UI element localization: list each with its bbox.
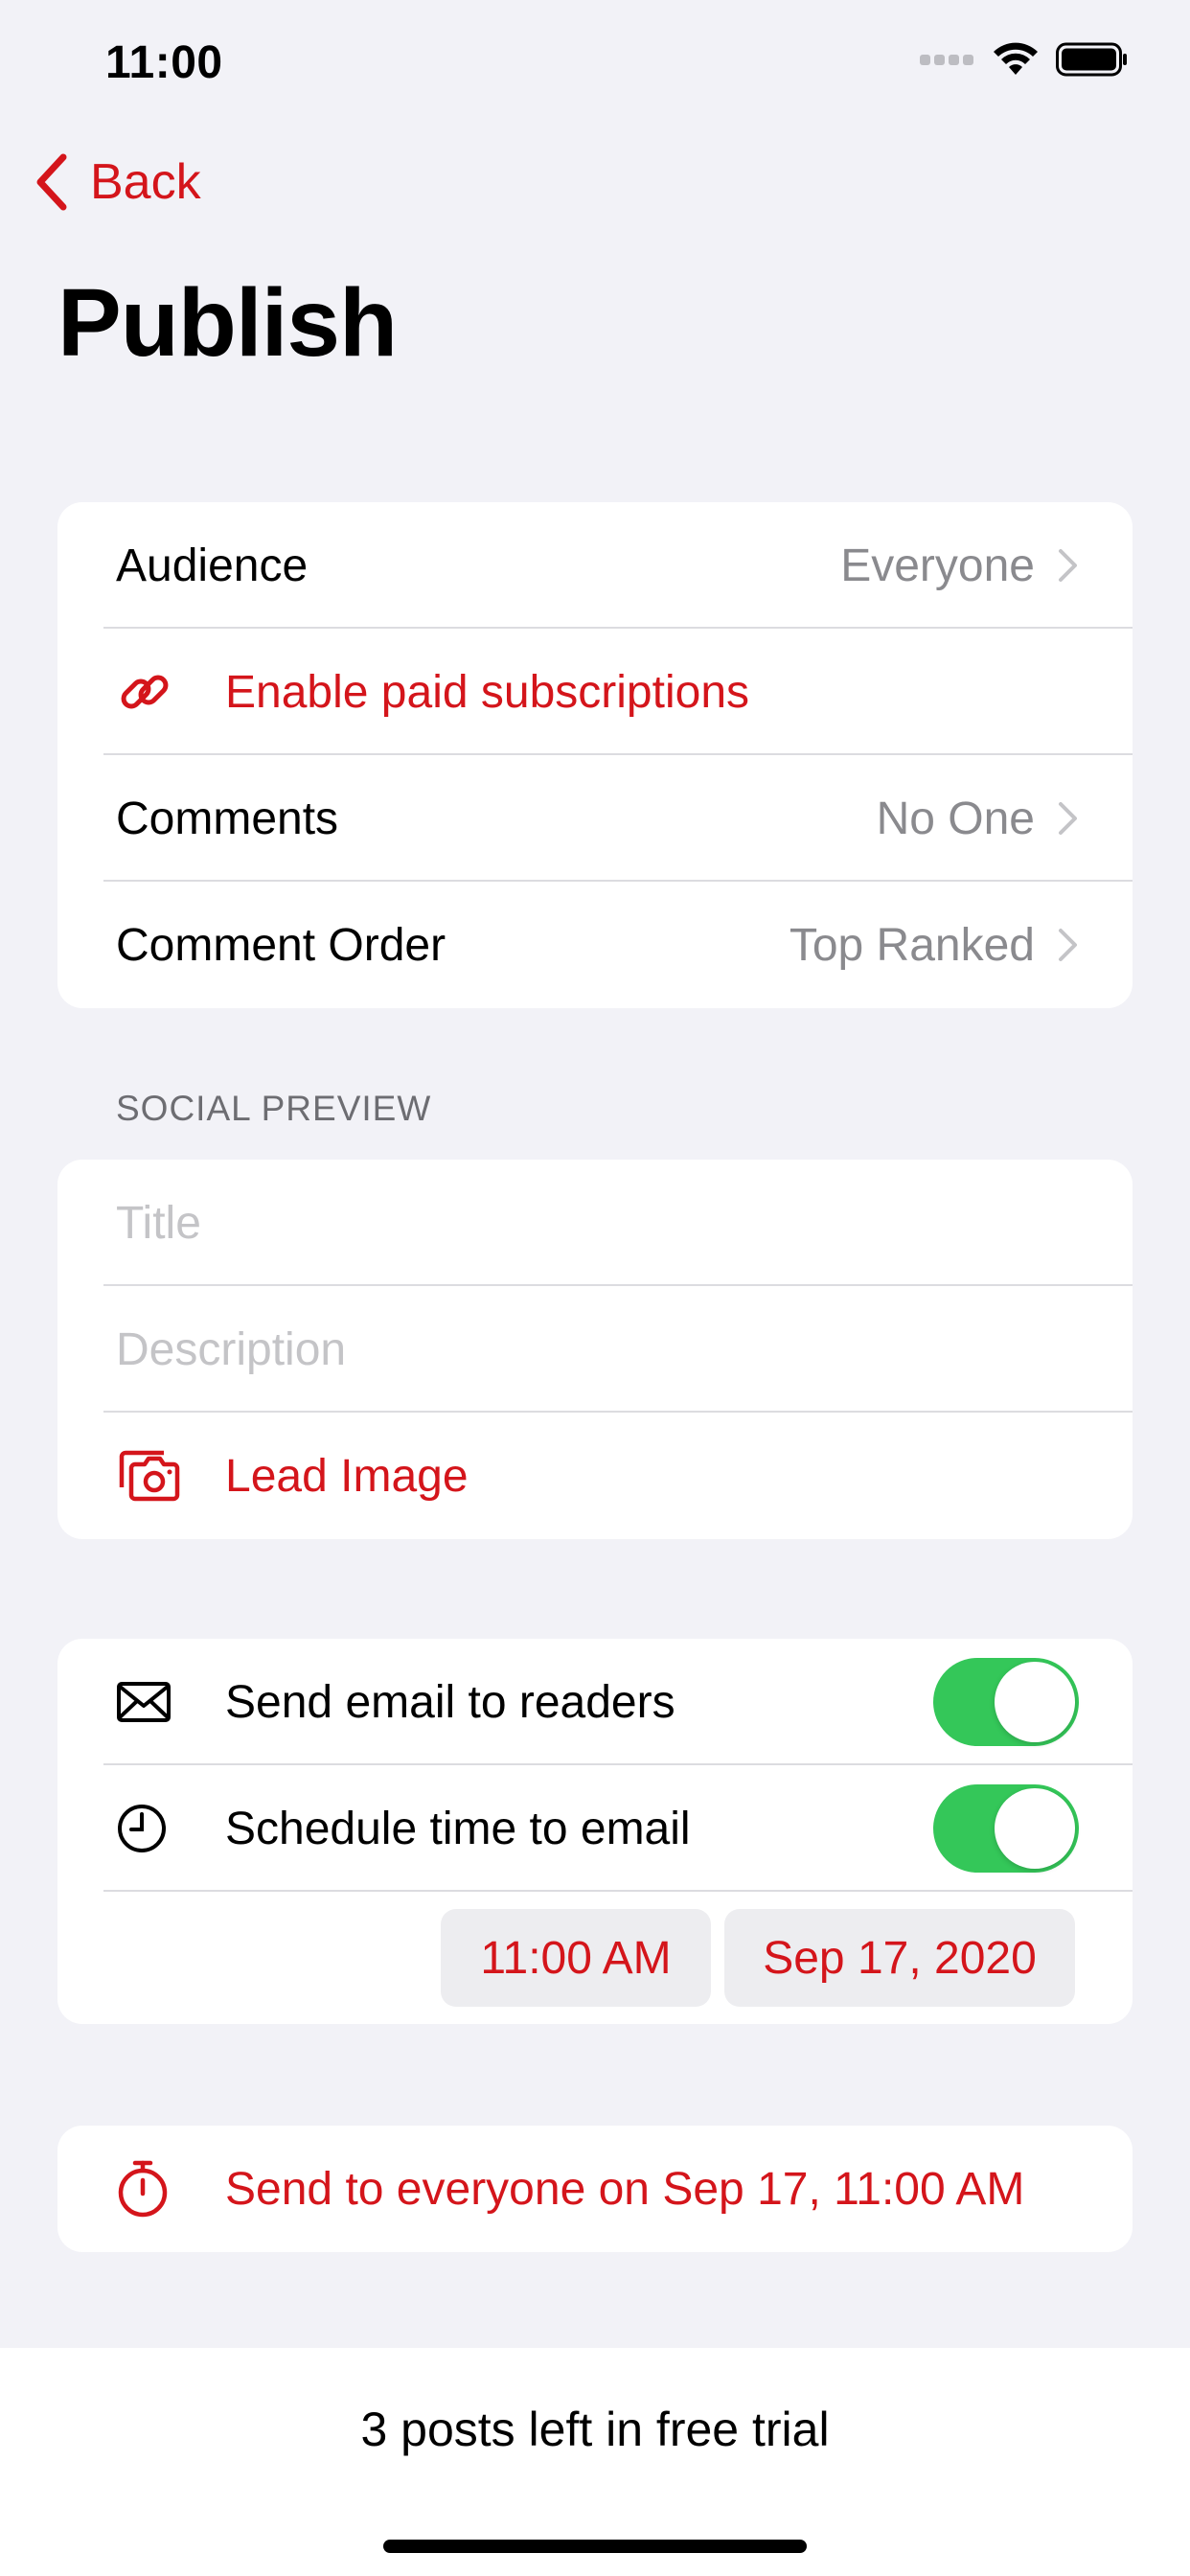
social-preview-header: SOCIAL PREVIEW: [116, 1089, 432, 1128]
audience-value: Everyone: [840, 540, 1035, 591]
send-email-row: Send email to readers: [57, 1639, 1133, 1765]
time-picker-button[interactable]: 11:00 AM: [441, 1909, 711, 2007]
stopwatch-icon: [116, 2159, 189, 2219]
audience-label: Audience: [116, 540, 309, 591]
comments-value: No One: [876, 793, 1035, 844]
back-button[interactable]: Back: [34, 153, 201, 211]
chevron-right-icon: [1059, 929, 1077, 961]
wifi-icon: [994, 42, 1038, 75]
send-email-label: Send email to readers: [225, 1676, 675, 1728]
photo-stack-icon: [116, 1449, 189, 1503]
enable-paid-subscriptions-row[interactable]: Enable paid subscriptions: [57, 629, 1133, 755]
battery-icon: [1056, 42, 1127, 77]
lead-image-row[interactable]: Lead Image: [57, 1413, 1133, 1539]
chevron-left-icon: [36, 153, 67, 211]
settings-card: Audience Everyone Enable paid subscripti…: [57, 502, 1133, 1008]
comment-order-label: Comment Order: [116, 919, 446, 971]
send-to-everyone-button[interactable]: Send to everyone on Sep 17, 11:00 AM: [57, 2126, 1133, 2252]
lead-image-label: Lead Image: [225, 1450, 469, 1502]
send-to-everyone-label: Send to everyone on Sep 17, 11:00 AM: [225, 2163, 1025, 2215]
date-picker-button[interactable]: Sep 17, 2020: [724, 1909, 1075, 2007]
home-indicator: [383, 2540, 807, 2553]
comment-order-row[interactable]: Comment Order Top Ranked: [57, 882, 1133, 1008]
chevron-right-icon: [1059, 549, 1077, 582]
enable-paid-subscriptions-label: Enable paid subscriptions: [225, 666, 750, 718]
schedule-email-row: Schedule time to email: [57, 1765, 1133, 1892]
schedule-email-label: Schedule time to email: [225, 1803, 691, 1854]
comments-label: Comments: [116, 793, 339, 844]
schedule-datetime-row: 11:00 AM Sep 17, 2020: [57, 1892, 1133, 2024]
status-time: 11:00: [105, 37, 223, 88]
title-field[interactable]: Title: [57, 1160, 1133, 1286]
email-card: Send email to readers Schedule time to e…: [57, 1639, 1133, 2024]
schedule-email-toggle[interactable]: [933, 1784, 1079, 1873]
trial-status-text: 3 posts left in free trial: [360, 2403, 830, 2456]
send-email-toggle[interactable]: [933, 1658, 1079, 1746]
social-preview-card: Title Description Lead Image: [57, 1160, 1133, 1539]
footer: 3 posts left in free trial: [0, 2348, 1190, 2576]
send-action-card: Send to everyone on Sep 17, 11:00 AM: [57, 2126, 1133, 2252]
back-label: Back: [90, 154, 201, 210]
status-bar: 11:00: [0, 0, 1190, 126]
envelope-icon: [116, 1681, 189, 1723]
chevron-right-icon: [1059, 802, 1077, 835]
comment-order-value: Top Ranked: [789, 919, 1035, 971]
cellular-signal-icon: [920, 55, 973, 65]
audience-row[interactable]: Audience Everyone: [57, 502, 1133, 629]
clock-icon: [116, 1803, 189, 1854]
link-icon: [116, 663, 189, 721]
description-placeholder: Description: [116, 1323, 347, 1375]
status-icons: [920, 42, 1129, 77]
description-field[interactable]: Description: [57, 1286, 1133, 1413]
title-placeholder: Title: [116, 1197, 201, 1249]
comments-row[interactable]: Comments No One: [57, 755, 1133, 882]
page-title: Publish: [57, 269, 398, 377]
